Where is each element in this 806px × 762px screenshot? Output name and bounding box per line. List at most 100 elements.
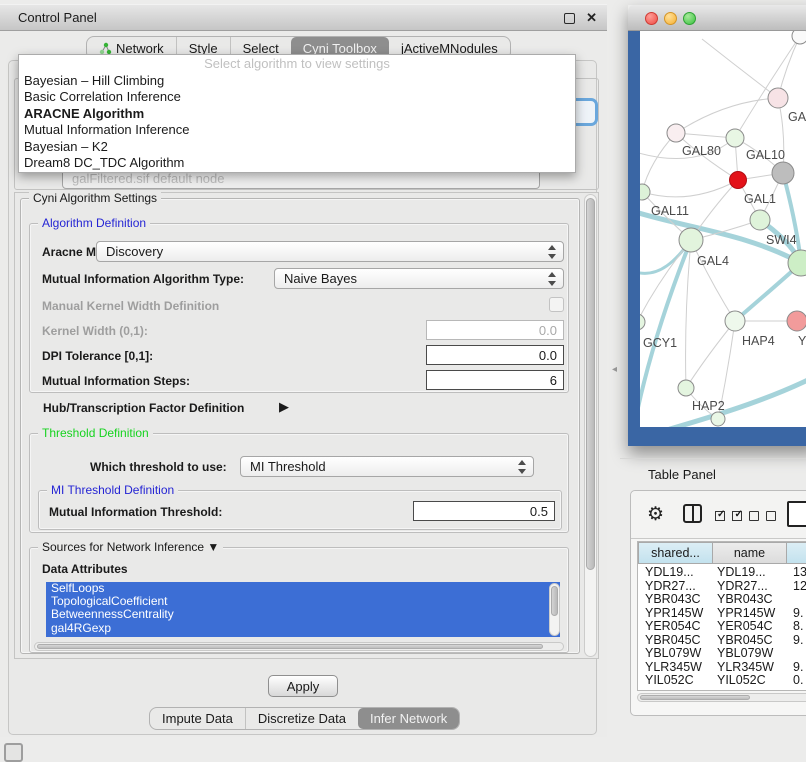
data-attributes-list: SelfLoops TopologicalCoefficient Between… <box>46 582 560 637</box>
node-label: HAP4 <box>742 334 775 348</box>
node-gal11[interactable] <box>640 184 650 200</box>
new-table-icon[interactable] <box>787 501 806 527</box>
table-hscrollbar-thumb[interactable] <box>640 695 750 700</box>
kernel-width-input[interactable]: 0.0 <box>426 320 564 340</box>
network-window-titlebar[interactable] <box>628 5 806 31</box>
list-horizontal-scrollbar[interactable] <box>34 642 564 651</box>
node-label: HAP2 <box>692 399 725 413</box>
close-panel-icon[interactable]: ✕ <box>586 10 597 26</box>
list-hscrollbar-thumb[interactable] <box>37 644 543 649</box>
dropdown-item[interactable]: Basic Correlation Inference <box>19 89 575 105</box>
cyni-algorithm-settings-group: Cyni Algorithm Settings Algorithm Defini… <box>20 198 580 654</box>
sources-title: Sources for Network Inference ▼ <box>38 540 223 554</box>
table-row[interactable]: YBR045CYBR045C9. <box>638 634 806 648</box>
algorithm-definition-title: Algorithm Definition <box>38 216 150 230</box>
node-swi4[interactable] <box>750 210 770 230</box>
column-header-shared-name[interactable]: shared... <box>638 542 713 564</box>
mi-steps-label: Mutual Information Steps: <box>42 374 190 388</box>
tab-impute-data[interactable]: Impute Data <box>150 708 245 729</box>
column-header-cut[interactable] <box>787 542 806 564</box>
node-label: GAL80 <box>682 144 721 158</box>
combo-spinner-icon <box>517 460 526 474</box>
splitpane-collapse-arrow-icon[interactable]: ◂ <box>612 364 617 375</box>
window-minimize-button[interactable] <box>664 12 677 25</box>
mi-steps-input[interactable]: 6 <box>426 370 564 390</box>
table-row[interactable]: YLR345WYLR345W9. <box>638 661 806 675</box>
column-header-name[interactable]: name <box>713 542 787 564</box>
algorithm-definition-group: Algorithm Definition Aracne Mode: Discov… <box>29 223 569 393</box>
settings-scrollbar-thumb[interactable] <box>586 198 595 570</box>
node-gal4[interactable] <box>679 228 703 252</box>
tab-discretize-data[interactable]: Discretize Data <box>245 708 358 729</box>
node-label: GAL10 <box>746 148 785 162</box>
node-label: GAL1 <box>744 192 776 206</box>
float-panel-icon[interactable] <box>564 13 575 24</box>
node-gray[interactable] <box>772 162 794 184</box>
dpi-tolerance-label: DPI Tolerance [0,1]: <box>42 349 153 363</box>
window-close-button[interactable] <box>645 12 658 25</box>
hub-definition-label[interactable]: Hub/Transcription Factor Definition <box>43 401 244 415</box>
node-gcy1[interactable] <box>640 314 645 330</box>
table-row[interactable]: YIL052CYIL052C0. <box>638 674 806 688</box>
node-gal80[interactable] <box>667 124 685 142</box>
bottom-tabbar: Impute Data Discretize Data Infer Networ… <box>149 707 460 730</box>
list-item[interactable]: BetweennessCentrality <box>46 608 560 621</box>
apply-button[interactable]: Apply <box>268 675 338 697</box>
combo-spinner-icon <box>547 272 556 286</box>
list-scrollbar-thumb[interactable] <box>551 586 558 616</box>
dropdown-item[interactable]: Bayesian – Hill Climbing <box>19 73 575 89</box>
sources-collapse-arrow-icon[interactable]: ▼ <box>207 540 219 554</box>
deselect-all-icon[interactable] <box>749 508 776 526</box>
table-row[interactable]: YBL079WYBL079W <box>638 647 806 661</box>
tab-infer-network[interactable]: Infer Network <box>358 708 459 729</box>
table-panel: ⚙ ✓ ✓ shared... name YDL19...YDL19...13 … <box>630 490 806 716</box>
dpi-tolerance-input[interactable]: 0.0 <box>426 345 564 365</box>
node-hap2[interactable] <box>678 380 694 396</box>
table-row[interactable]: YDL19...YDL19...13 <box>638 566 806 580</box>
manual-kernel-width-checkbox[interactable] <box>549 297 564 312</box>
settings-vertical-scrollbar[interactable] <box>584 194 597 657</box>
table-horizontal-scrollbar[interactable] <box>637 693 806 702</box>
kernel-width-label: Kernel Width (0,1): <box>42 324 148 338</box>
node-label: SWI4 <box>766 233 797 247</box>
threshold-definition-title: Threshold Definition <box>38 426 153 440</box>
mi-algorithm-type-combo[interactable]: Naive Bayes <box>274 268 564 289</box>
node-hap4[interactable] <box>725 311 745 331</box>
aracne-mode-combo[interactable]: Discovery <box>96 241 564 262</box>
columns-icon[interactable] <box>683 504 702 523</box>
node-label: GAL <box>788 110 806 124</box>
window-zoom-button[interactable] <box>683 12 696 25</box>
table-toolbar: ⚙ ✓ ✓ <box>631 491 806 539</box>
dropdown-item[interactable]: Bayesian – K2 <box>19 139 575 155</box>
list-item[interactable]: gal4RGexp <box>46 622 560 635</box>
which-threshold-combo[interactable]: MI Threshold <box>240 456 534 477</box>
application-window: Control Panel ✕ Network Style Select Cyn… <box>0 0 806 762</box>
dropdown-item[interactable]: Dream8 DC_TDC Algorithm <box>19 155 575 171</box>
dropdown-item[interactable]: Mutual Information Inference <box>19 122 575 138</box>
hub-expand-arrow-icon[interactable]: ▶ <box>279 399 289 415</box>
network-view-window: GAL GAL80 GAL10 GAL1 GAL11 SWI4 GAL4 GCY… <box>628 5 806 446</box>
table-row[interactable]: YDR27...YDR27...12 <box>638 580 806 594</box>
node-label: Y <box>798 334 806 348</box>
network-canvas[interactable]: GAL GAL80 GAL10 GAL1 GAL11 SWI4 GAL4 GCY… <box>640 31 806 427</box>
node-cut-bottom[interactable] <box>711 412 725 426</box>
gear-icon[interactable]: ⚙ <box>647 503 664 526</box>
node-gal1-selected[interactable] <box>730 172 747 189</box>
node-label: GCY1 <box>643 336 677 350</box>
manual-kernel-width-label: Manual Kernel Width Definition <box>42 299 219 313</box>
table-row[interactable]: YBR043CYBR043C <box>638 593 806 607</box>
node-label: GAL11 <box>651 204 689 218</box>
network-icon <box>99 42 112 55</box>
node-gal2[interactable] <box>768 88 788 108</box>
node-y-cut[interactable] <box>787 311 806 331</box>
table-row[interactable]: YER054CYER054C8. <box>638 620 806 634</box>
mi-threshold-input[interactable]: 0.5 <box>413 501 555 521</box>
select-all-icon[interactable]: ✓ ✓ <box>715 508 742 526</box>
dropdown-item-selected[interactable]: ARACNE Algorithm <box>19 106 575 122</box>
collapsed-panel-button[interactable] <box>4 743 23 762</box>
node-cut-top[interactable] <box>792 31 806 44</box>
combo-spinner-icon <box>547 245 556 259</box>
node-gal10[interactable] <box>726 129 744 147</box>
table-row[interactable]: YPR145WYPR145W9. <box>638 607 806 621</box>
list-vertical-scrollbar[interactable] <box>549 583 560 636</box>
